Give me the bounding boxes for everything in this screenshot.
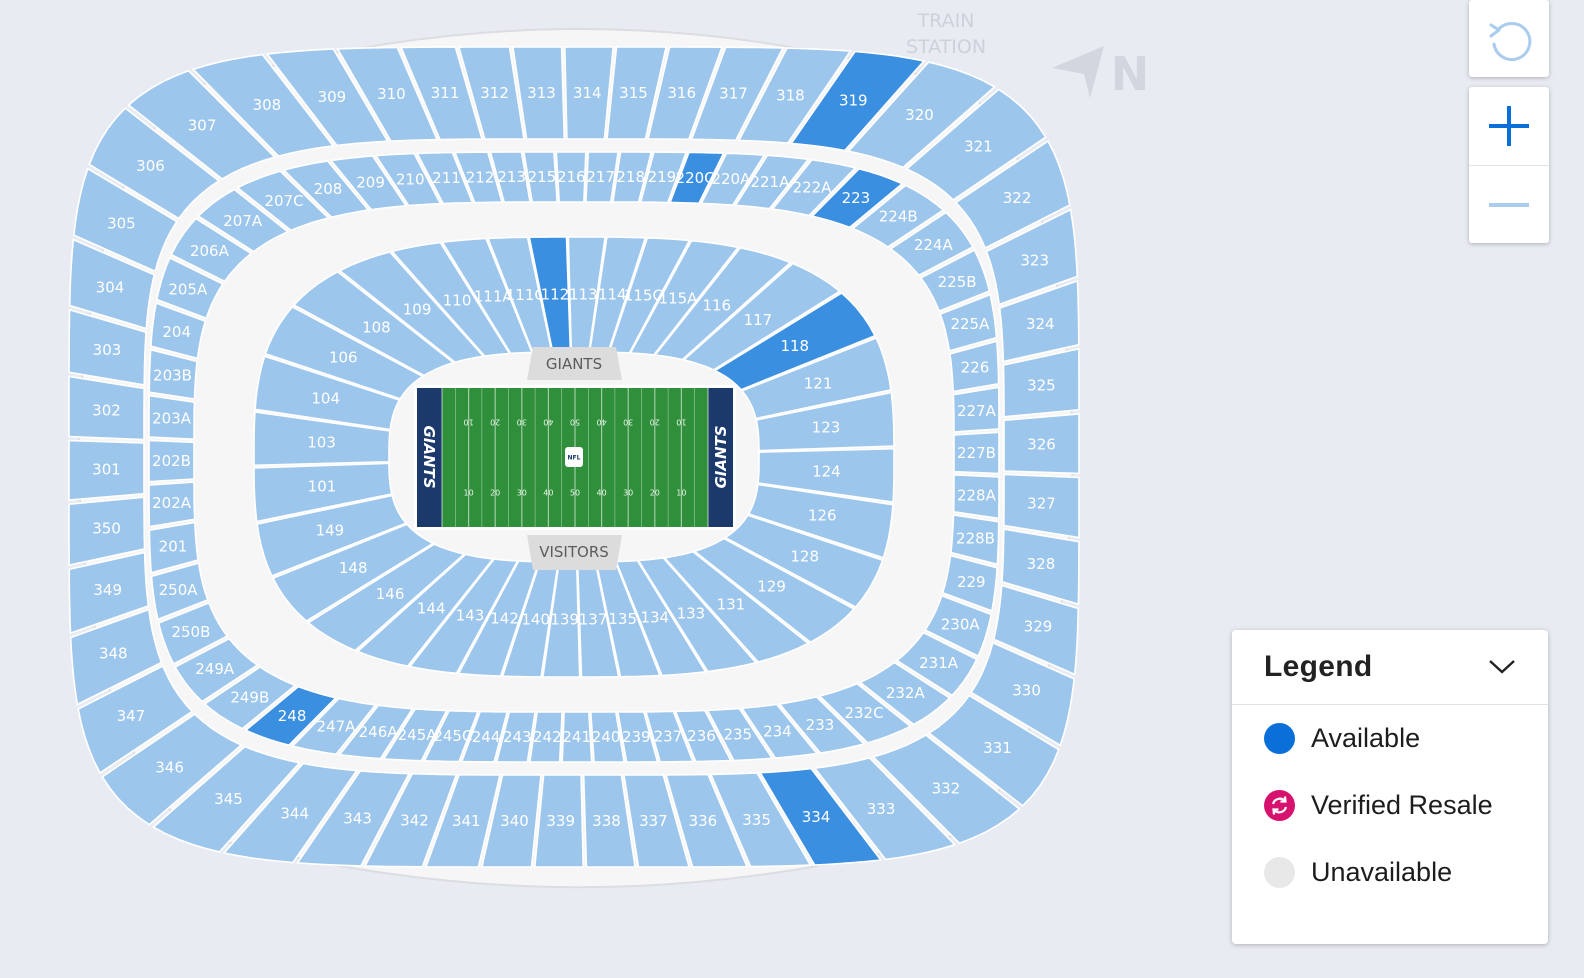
legend-header[interactable]: Legend — [1232, 630, 1548, 705]
end-zone-left-text: GIANTS — [420, 425, 438, 488]
yard-marker: 10 — [464, 418, 474, 427]
legend-title: Legend — [1264, 650, 1373, 683]
zoom-in-button[interactable] — [1469, 87, 1549, 166]
yard-marker: 20 — [650, 418, 660, 427]
zoom-out-button[interactable] — [1469, 166, 1549, 244]
reset-control — [1469, 0, 1549, 77]
yard-marker: 30 — [623, 489, 633, 498]
legend-item-verified-resale: Verified Resale — [1232, 772, 1548, 839]
chevron-down-icon[interactable] — [1488, 658, 1516, 676]
section-326[interactable] — [1003, 413, 1080, 475]
section-339[interactable] — [533, 774, 585, 868]
legend-item-label: Unavailable — [1311, 857, 1453, 887]
legend-item-unavailable: Unavailable — [1232, 839, 1548, 906]
section-302[interactable] — [68, 375, 146, 441]
section-227b[interactable] — [953, 431, 1000, 475]
yard-marker: 50 — [570, 418, 580, 427]
section-202a[interactable] — [148, 481, 196, 528]
rotate-ccw-icon — [1489, 21, 1532, 61]
yard-marker: 10 — [676, 489, 686, 498]
yard-marker: 20 — [490, 489, 500, 498]
train-station-label-2: STATION — [906, 36, 986, 58]
end-zone-right-text: GIANTS — [712, 425, 730, 488]
section-227a[interactable] — [952, 386, 1000, 433]
section-327[interactable] — [1002, 473, 1080, 539]
train-station-label: TRAIN — [917, 10, 975, 32]
available-dot-icon — [1264, 723, 1295, 754]
yard-marker: 40 — [543, 418, 553, 427]
yard-marker: 30 — [517, 489, 527, 498]
legend-item-label: Verified Resale — [1311, 790, 1493, 820]
plus-icon — [1489, 106, 1529, 146]
unavailable-dot-icon — [1264, 857, 1295, 888]
legend-item-available: Available — [1232, 705, 1548, 772]
section-216[interactable] — [555, 151, 587, 203]
svg-text:N: N — [1111, 47, 1150, 101]
yard-marker: 30 — [517, 418, 527, 427]
yard-marker: 30 — [623, 418, 633, 427]
legend-item-label: Available — [1311, 723, 1421, 753]
resale-arrows-icon — [1264, 790, 1295, 821]
section-241[interactable] — [561, 711, 593, 763]
end-zone-bottom-label: VISITORS — [539, 543, 609, 561]
yard-marker: 20 — [490, 418, 500, 427]
section-202b[interactable] — [148, 439, 195, 483]
section-314[interactable] — [563, 46, 615, 140]
yard-marker: 20 — [650, 489, 660, 498]
reset-view-button[interactable] — [1469, 0, 1549, 77]
football-field: GIANTS GIANTS 10 20 30 40 50 40 30 20 10 10 20 30 40… — [414, 385, 736, 530]
yard-marker: 10 — [676, 418, 686, 427]
section-301[interactable] — [68, 439, 145, 501]
section-228a[interactable] — [952, 473, 1000, 520]
zoom-control — [1469, 87, 1549, 243]
svg-text:NFL: NFL — [568, 455, 581, 462]
north-arrow-icon: N — [1052, 46, 1149, 101]
yard-marker: 40 — [597, 418, 607, 427]
yard-marker: 50 — [570, 489, 580, 498]
yard-marker: 40 — [543, 489, 553, 498]
yard-marker: 40 — [597, 489, 607, 498]
minus-icon — [1489, 203, 1529, 207]
legend-panel: Legend Available Verified Resale Unavail… — [1232, 630, 1548, 944]
end-zone-top-label: GIANTS — [546, 355, 602, 373]
section-203a[interactable] — [148, 394, 196, 441]
yard-marker: 10 — [464, 489, 474, 498]
